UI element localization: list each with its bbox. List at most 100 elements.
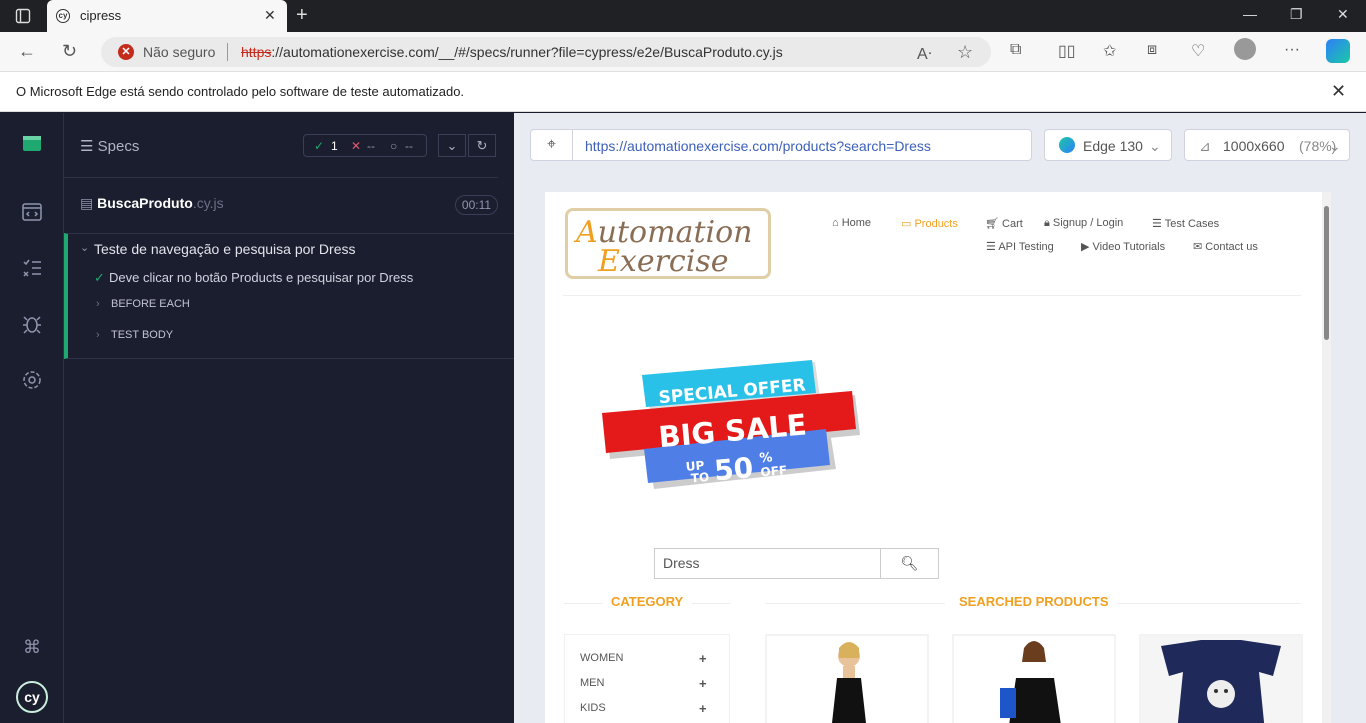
restore-icon[interactable]: ❐ bbox=[1290, 6, 1303, 23]
refresh-icon[interactable]: ↻ bbox=[62, 41, 77, 62]
nav-contact-us[interactable]: ✉ Contact us bbox=[1193, 240, 1258, 253]
viewport-size: 1000x660 bbox=[1223, 138, 1285, 154]
favorites-icon[interactable]: ✩ bbox=[1103, 41, 1116, 61]
logo-cap-e: E bbox=[598, 244, 620, 279]
split-screen-icon[interactable]: ▯▯ bbox=[1058, 41, 1076, 61]
nav-api-label: API Testing bbox=[998, 241, 1054, 253]
favorite-star-icon[interactable]: ☆ bbox=[957, 42, 973, 63]
category-heading: CATEGORY bbox=[611, 594, 684, 609]
new-tab-icon[interactable]: + bbox=[296, 4, 308, 27]
read-aloud-icon[interactable]: Aᐧ bbox=[917, 44, 932, 64]
chevron-down-icon: ⌄ bbox=[1329, 138, 1341, 154]
test-title[interactable]: Deve clicar no botão Products e pesquisa… bbox=[109, 270, 413, 285]
automation-infobar: O Microsoft Edge está sendo controlado p… bbox=[0, 72, 1366, 112]
product-card[interactable] bbox=[765, 634, 929, 723]
nav-test-cases[interactable]: ☰ Test Cases bbox=[1152, 217, 1219, 230]
logo-line2: Exercise bbox=[598, 244, 728, 279]
nav-video-tutorials[interactable]: ▶ Video Tutorials bbox=[1081, 240, 1165, 253]
divider bbox=[227, 43, 228, 61]
hook-test-body[interactable]: TEST BODY bbox=[111, 329, 173, 341]
infobar-close-icon[interactable]: ✕ bbox=[1331, 81, 1346, 102]
more-menu-icon[interactable]: ··· bbox=[1284, 41, 1300, 59]
address-toolbar: ← ↻ ✕ Não seguro https://automationexerc… bbox=[0, 32, 1366, 72]
searched-products-heading: SEARCHED PRODUCTS bbox=[959, 594, 1109, 609]
browser-selector[interactable]: Edge 130 ⌄ bbox=[1044, 129, 1172, 161]
selector-playground-icon[interactable]: ⌖ bbox=[531, 130, 573, 160]
tab-close-icon[interactable]: ✕ bbox=[264, 7, 276, 24]
aut-scrollbar[interactable] bbox=[1322, 192, 1331, 723]
rerun-button[interactable]: ↻ bbox=[468, 134, 496, 157]
search-button[interactable]: 🔍︎ bbox=[880, 548, 939, 579]
chevron-right-icon[interactable]: › bbox=[96, 298, 100, 310]
specs-label: Specs bbox=[97, 138, 140, 155]
chevron-right-icon[interactable]: › bbox=[96, 329, 100, 341]
viewport-selector[interactable]: ⊿ 1000x660 (78%) ⌄ bbox=[1184, 129, 1350, 161]
runs-nav-icon[interactable] bbox=[20, 257, 44, 281]
product-search-input[interactable]: Dress bbox=[654, 548, 881, 579]
not-secure-icon[interactable]: ✕ bbox=[118, 44, 134, 60]
specs-toggle[interactable]: ☰ Specs bbox=[80, 137, 139, 155]
expand-plus-icon[interactable]: + bbox=[699, 651, 707, 666]
category-women[interactable]: WOMEN bbox=[580, 652, 623, 664]
divider bbox=[64, 177, 498, 178]
divider bbox=[692, 603, 730, 604]
category-men[interactable]: MEN bbox=[580, 677, 604, 689]
expand-plus-icon[interactable]: + bbox=[699, 701, 707, 716]
settings-gear-icon[interactable] bbox=[20, 369, 44, 393]
nav-cart[interactable]: 🛒︎ Cart bbox=[985, 217, 1023, 230]
tab-title: cipress bbox=[80, 8, 122, 23]
keyboard-shortcuts-icon[interactable]: ⌘ bbox=[20, 635, 44, 659]
debug-bug-icon[interactable] bbox=[20, 313, 44, 337]
not-secure-label[interactable]: Não seguro bbox=[143, 44, 215, 60]
extensions-icon[interactable]: ⧉ bbox=[1010, 41, 1021, 59]
browser-titlebar: cy cipress ✕ + — ❐ ✕ bbox=[0, 0, 1366, 32]
browser-essentials-icon[interactable]: ♡ bbox=[1191, 41, 1205, 61]
spec-name: BuscaProduto bbox=[97, 195, 193, 211]
site-logo[interactable]: Automation Exercise bbox=[565, 208, 771, 279]
tab-actions-icon[interactable] bbox=[15, 8, 31, 24]
banner-value: 50 bbox=[713, 451, 755, 487]
banner-off: OFF bbox=[760, 463, 788, 479]
aut-url[interactable]: https://automationexercise.com/products?… bbox=[585, 138, 931, 154]
divider bbox=[765, 603, 945, 604]
address-bar[interactable]: ✕ Não seguro https://automationexercise.… bbox=[101, 37, 991, 67]
expand-plus-icon[interactable]: + bbox=[699, 676, 707, 691]
cypress-logo-icon[interactable]: cy bbox=[16, 681, 48, 713]
category-kids[interactable]: KIDS bbox=[580, 702, 606, 714]
category-panel: WOMEN + MEN + KIDS + bbox=[564, 634, 730, 723]
copilot-icon[interactable] bbox=[1326, 39, 1350, 63]
product-card[interactable] bbox=[1139, 634, 1303, 723]
aut-url-bar[interactable]: ⌖ https://automationexercise.com/product… bbox=[530, 129, 1032, 161]
suite-title[interactable]: Teste de navegação e pesquisa por Dress bbox=[94, 241, 356, 257]
pending-spinner-icon: ○ bbox=[390, 139, 398, 153]
nav-api-testing[interactable]: ☰ API Testing bbox=[986, 240, 1054, 253]
specs-nav-icon[interactable] bbox=[20, 201, 44, 225]
product-card[interactable] bbox=[952, 634, 1116, 723]
aut-iframe: Automation Exercise ⌂ Home ▭ Products 🛒︎… bbox=[545, 192, 1331, 723]
spec-duration: 00:11 bbox=[455, 195, 498, 215]
chevron-down-icon[interactable]: ⌄ bbox=[80, 241, 89, 254]
scrollbar-thumb[interactable] bbox=[1324, 206, 1329, 340]
browser-tab[interactable]: cy cipress ✕ bbox=[47, 0, 287, 32]
browser-label: Edge 130 bbox=[1083, 138, 1143, 154]
nav-home-label: Home bbox=[841, 217, 872, 229]
nav-products[interactable]: ▭ Products bbox=[901, 217, 958, 230]
nav-contact-label: Contact us bbox=[1205, 241, 1258, 253]
profile-avatar-icon[interactable] bbox=[1234, 38, 1256, 60]
hook-before-each[interactable]: BEFORE EACH bbox=[111, 298, 190, 310]
nav-signup-label: Signup / Login bbox=[1052, 217, 1124, 229]
edge-logo-icon bbox=[1059, 137, 1075, 153]
nav-signup[interactable]: 🔒︎ Signup / Login bbox=[1044, 217, 1123, 230]
cypress-favicon-icon: cy bbox=[56, 9, 70, 23]
spec-ext: .cy.js bbox=[192, 195, 224, 211]
expand-collapse-button[interactable]: ⌄ bbox=[438, 134, 466, 157]
file-icon: ▤ bbox=[80, 195, 98, 211]
test-suite[interactable]: ⌄ Teste de navegação e pesquisa por Dres… bbox=[64, 233, 514, 359]
minimize-icon[interactable]: — bbox=[1243, 6, 1257, 22]
window-close-icon[interactable]: ✕ bbox=[1337, 6, 1349, 23]
back-icon[interactable]: ← bbox=[18, 41, 36, 62]
nav-home[interactable]: ⌂ Home bbox=[832, 217, 871, 229]
collections-icon[interactable]: ⧈ bbox=[1147, 41, 1157, 59]
header-divider bbox=[563, 295, 1301, 296]
address-url[interactable]: https://automationexercise.com/__/#/spec… bbox=[241, 44, 783, 60]
